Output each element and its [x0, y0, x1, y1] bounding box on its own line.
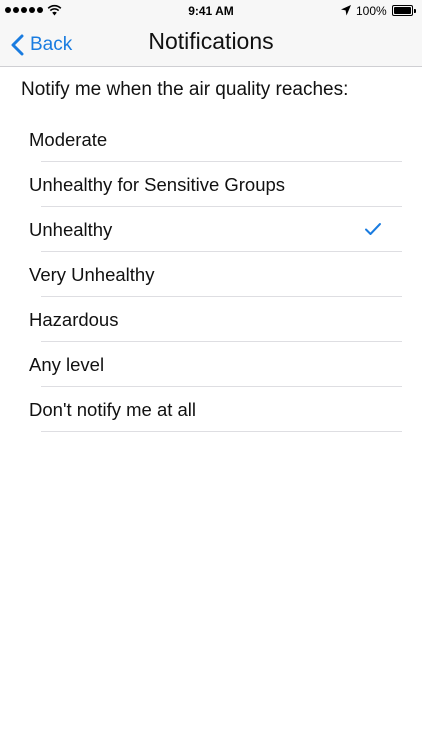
page-title: Notifications [148, 28, 274, 54]
option-dont-notify[interactable]: Don't notify me at all [0, 387, 422, 432]
row-separator [41, 431, 402, 432]
option-any-level[interactable]: Any level [0, 342, 422, 387]
option-label: Unhealthy for Sensitive Groups [29, 174, 286, 195]
options-list: Moderate Unhealthy for Sensitive Groups … [0, 117, 422, 432]
option-label: Hazardous [29, 309, 119, 330]
status-bar: 9:41 AM 100% [0, 0, 422, 22]
option-very-unhealthy[interactable]: Very Unhealthy [0, 252, 422, 297]
option-unhealthy[interactable]: Unhealthy [0, 207, 422, 252]
option-label: Unhealthy [29, 219, 113, 240]
battery-icon [392, 5, 416, 16]
option-unhealthy-sensitive[interactable]: Unhealthy for Sensitive Groups [0, 162, 422, 207]
option-label: Very Unhealthy [29, 264, 155, 285]
option-label: Moderate [29, 129, 108, 150]
option-label: Don't notify me at all [29, 399, 197, 420]
screen: 9:41 AM 100% Back Notifications Notify m… [0, 0, 422, 750]
section-prompt: Notify me when the air quality reaches: [21, 79, 349, 100]
checkmark-icon [365, 223, 381, 235]
navigation-bar: Back Notifications [0, 22, 422, 67]
option-label: Any level [29, 354, 105, 375]
option-moderate[interactable]: Moderate [0, 117, 422, 162]
option-hazardous[interactable]: Hazardous [0, 297, 422, 342]
location-arrow-icon [341, 5, 351, 16]
battery-percentage: 100% [356, 4, 387, 18]
